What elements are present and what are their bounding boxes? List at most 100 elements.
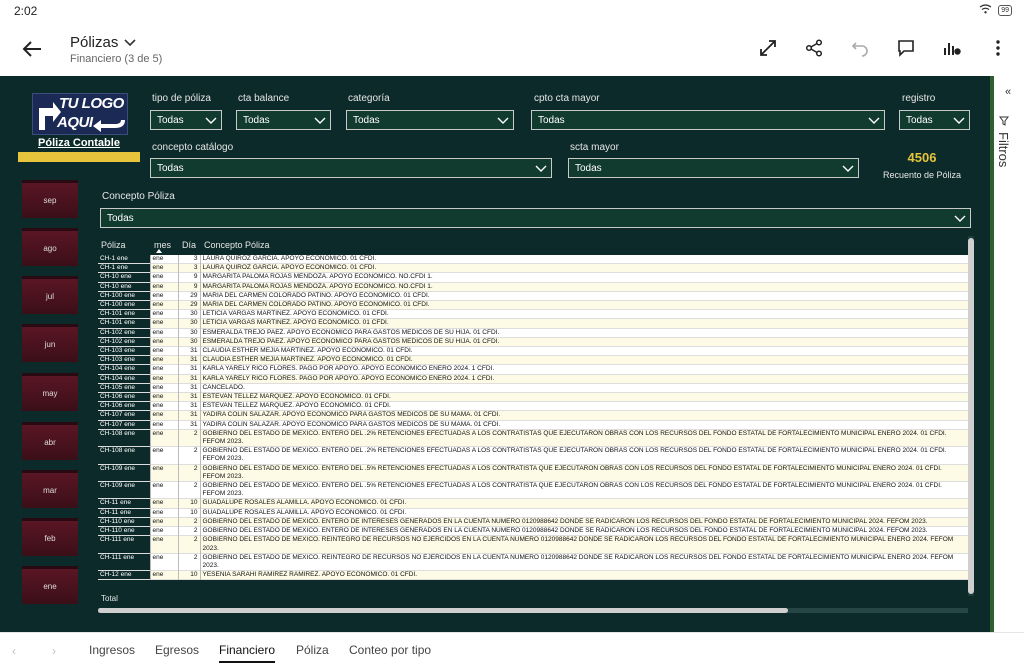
- chevron-down-icon: [314, 117, 326, 124]
- cell-dia: 29: [177, 300, 200, 310]
- cell-concepto: YADIRA COLIN SALAZAR. APOYO ECONOMICO PA…: [199, 410, 968, 421]
- insights-button[interactable]: [940, 36, 964, 60]
- cell-dia: 2: [177, 481, 200, 499]
- table-row[interactable]: CH-10 ene ene 9 MARGARITA PALOMA ROJAS MEND…: [98, 272, 968, 283]
- tab-poliza[interactable]: Póliza: [296, 643, 329, 657]
- cell-mes: ene: [149, 553, 178, 571]
- filter-concepto-poliza-dropdown[interactable]: Todas: [100, 208, 971, 228]
- cell-mes: ene: [149, 481, 178, 499]
- sort-asc-icon: [156, 249, 162, 253]
- cell-dia: 3: [177, 263, 200, 273]
- table-row[interactable]: CH-106 ene ene 31 ESTEVAN TELLEZ MARQUEZ. A…: [98, 401, 968, 411]
- table-row[interactable]: CH-100 ene ene 29 MARIA DEL CARMEN COLORADO…: [98, 291, 968, 301]
- table-row[interactable]: CH-111 ene ene 2 GOBIERNO DEL ESTADO DE MEX…: [98, 535, 968, 554]
- share-button[interactable]: [802, 36, 826, 60]
- cell-dia: 30: [177, 318, 200, 329]
- table-row[interactable]: CH-111 ene ene 2 GOBIERNO DEL ESTADO DE MEX…: [98, 553, 968, 571]
- comment-button[interactable]: [894, 36, 918, 60]
- header-concepto[interactable]: Concepto Póliza: [204, 240, 270, 250]
- month-tile[interactable]: jun: [22, 324, 78, 362]
- table-row[interactable]: CH-110 ene ene 2 GOBIERNO DEL ESTADO DE MEX…: [98, 526, 968, 536]
- table-row[interactable]: CH-102 ene ene 30 ESMERALDA TREJO PAEZ. APO…: [98, 337, 968, 347]
- cell-dia: 2: [177, 464, 200, 482]
- filter-label-cta-balance: cta balance: [238, 93, 290, 104]
- filter-label-tipo-poliza: tipo de póliza: [152, 93, 211, 104]
- table-row[interactable]: CH-101 ene ene 30 LETICIA VARGAS MARTINEZ. …: [98, 318, 968, 329]
- cell-concepto: ESMERALDA TREJO PAEZ. APOYO ECONOMICO PA…: [199, 337, 968, 347]
- table-row[interactable]: CH-103 ene ene 31 CLAUDIA ESTHER MEJIA MART…: [98, 346, 968, 356]
- table-row[interactable]: CH-108 ene ene 2 GOBIERNO DEL ESTADO DE MEX…: [98, 429, 968, 447]
- filter-categoria-dropdown[interactable]: Todas: [346, 110, 514, 130]
- cell-mes: ene: [149, 364, 178, 375]
- cell-poliza: CH-10 ene: [98, 272, 150, 283]
- scroll-thumb[interactable]: [968, 238, 974, 594]
- tab-egresos[interactable]: Egresos: [155, 643, 199, 657]
- table-body: CH-1 ene ene 3 LAURA QUIROZ GARCIA. APOYO E…: [98, 255, 968, 595]
- header-poliza[interactable]: Póliza: [101, 240, 126, 250]
- cell-poliza: CH-11 ene: [98, 508, 150, 518]
- tab-conteo-por-tipo[interactable]: Conteo por tipo: [349, 643, 431, 657]
- scroll-thumb[interactable]: [98, 608, 788, 613]
- month-tile[interactable]: feb: [22, 518, 78, 556]
- expand-button[interactable]: [756, 36, 780, 60]
- status-icons: 99: [979, 3, 1012, 17]
- horizontal-scrollbar[interactable]: [98, 608, 968, 613]
- chevron-left-icon[interactable]: ‹: [12, 644, 16, 658]
- poliza-table: Póliza mes Día Concepto Póliza CH-1 ene e…: [98, 236, 976, 606]
- report-title-dropdown[interactable]: Pólizas: [70, 34, 136, 51]
- back-button[interactable]: [18, 35, 46, 63]
- table-row[interactable]: CH-101 ene ene 30 LETICIA VARGAS MARTINEZ. …: [98, 309, 968, 319]
- table-row[interactable]: CH-10 ene ene 9 MARGARITA PALOMA ROJAS MEND…: [98, 282, 968, 292]
- filter-tipo-poliza-dropdown[interactable]: Todas: [150, 110, 222, 130]
- table-row[interactable]: CH-104 ene ene 31 KARLA YARELY RICO FLORES.…: [98, 364, 968, 375]
- tab-ingresos[interactable]: Ingresos: [89, 643, 135, 657]
- table-row[interactable]: CH-109 ene ene 2 GOBIERNO DEL ESTADO DE MEX…: [98, 481, 968, 499]
- cell-concepto: GOBIERNO DEL ESTADO DE MEXICO. ENTERO DE…: [199, 429, 968, 447]
- filter-concepto-catalogo-dropdown[interactable]: Todas: [150, 158, 552, 178]
- tab-financiero[interactable]: Financiero: [219, 643, 276, 663]
- table-row[interactable]: CH-108 ene ene 2 GOBIERNO DEL ESTADO DE MEX…: [98, 446, 968, 465]
- more-options-button[interactable]: [986, 36, 1010, 60]
- month-tile[interactable]: ago: [22, 228, 78, 266]
- filter-scta-mayor-dropdown[interactable]: Todas: [568, 158, 859, 178]
- table-row[interactable]: CH-1 ene ene 3 LAURA QUIROZ GARCIA. APOYO E…: [98, 263, 968, 273]
- table-row[interactable]: CH-100 ene ene 29 MARIA DEL CARMEN COLORADO…: [98, 300, 968, 310]
- month-tile[interactable]: ene: [22, 566, 78, 604]
- chevron-right-icon[interactable]: ›: [52, 644, 56, 658]
- table-row[interactable]: CH-110 ene ene 2 GOBIERNO DEL ESTADO DE MEX…: [98, 517, 968, 527]
- cell-poliza: CH-102 ene: [98, 337, 150, 347]
- month-tile[interactable]: sep: [22, 180, 78, 218]
- cell-concepto: ESMERALDA TREJO PAEZ. APOYO ECONOMICO PA…: [199, 328, 968, 338]
- month-tile[interactable]: may: [22, 373, 78, 411]
- table-row[interactable]: CH-1 ene ene 3 LAURA QUIROZ GARCIA. APOYO E…: [98, 255, 968, 264]
- table-row[interactable]: CH-104 ene ene 31 KARLA YARELY RICO FLORES.…: [98, 374, 968, 384]
- cell-concepto: CANCELADO.: [199, 383, 968, 393]
- filter-label-registro: registro: [902, 93, 936, 104]
- table-row[interactable]: CH-107 ene ene 31 YADIRA COLIN SALAZAR. APO…: [98, 420, 968, 430]
- header-dia[interactable]: Día: [182, 240, 196, 250]
- filter-cpto-cta-mayor-dropdown[interactable]: Todas: [531, 110, 885, 130]
- filter-cta-balance-dropdown[interactable]: Todas: [236, 110, 331, 130]
- table-row[interactable]: CH-107 ene ene 31 YADIRA COLIN SALAZAR. APO…: [98, 410, 968, 421]
- table-row[interactable]: CH-106 ene ene 31 ESTEVAN TELLEZ MARQUEZ. A…: [98, 392, 968, 402]
- month-tile[interactable]: abr: [22, 422, 78, 460]
- table-row[interactable]: CH-11 ene ene 10 GUADALUPE ROSALES ALAMILLA…: [98, 498, 968, 509]
- month-tile[interactable]: jul: [22, 276, 78, 314]
- table-row[interactable]: CH-105 ene ene 31 CANCELADO.: [98, 383, 968, 393]
- vertical-scrollbar[interactable]: [968, 236, 974, 596]
- table-row[interactable]: CH-11 ene ene 10 GUADALUPE ROSALES ALAMILLA…: [98, 508, 968, 518]
- poliza-count-value: 4506: [907, 150, 937, 165]
- undo-button[interactable]: [848, 36, 872, 60]
- table-row[interactable]: CH-109 ene ene 2 GOBIERNO DEL ESTADO DE MEX…: [98, 464, 968, 482]
- filters-pane[interactable]: « Filtros: [990, 76, 1024, 632]
- table-row[interactable]: CH-12 ene ene 10 YESENIA SARAHI RAMIREZ RAM…: [98, 570, 968, 580]
- double-chevron-left-icon[interactable]: «: [1005, 86, 1011, 98]
- table-row[interactable]: CH-103 ene ene 31 CLAUDIA ESTHER MEJIA MART…: [98, 355, 968, 365]
- cell-mes: ene: [149, 392, 178, 402]
- filter-label-cpto-cta-mayor: cpto cta mayor: [534, 93, 600, 104]
- filters-pane-toggle[interactable]: Filtros: [996, 116, 1011, 167]
- table-row[interactable]: CH-102 ene ene 30 ESMERALDA TREJO PAEZ. APO…: [98, 328, 968, 338]
- month-tile[interactable]: mar: [22, 470, 78, 508]
- filter-registro-dropdown[interactable]: Todas: [899, 110, 970, 130]
- cell-mes: ene: [149, 355, 178, 365]
